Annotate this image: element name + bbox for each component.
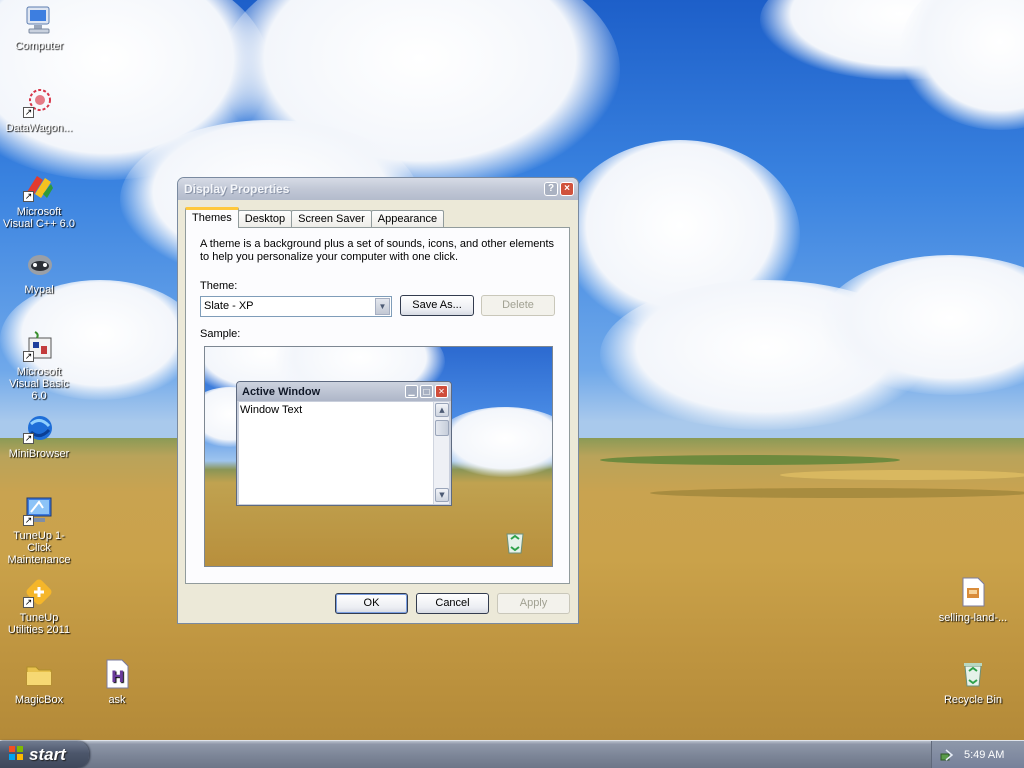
visual-cpp-icon: ↗ xyxy=(23,170,55,202)
desktop-icon-mypal[interactable]: Mypal xyxy=(0,248,78,296)
shortcut-arrow-icon: ↗ xyxy=(23,597,34,608)
display-properties-dialog: Display Properties ? × Themes Desktop Sc… xyxy=(177,177,579,624)
delete-button[interactable]: Delete xyxy=(481,295,555,316)
shortcut-arrow-icon: ↗ xyxy=(23,191,34,202)
preview-window-text: Window Text xyxy=(239,402,434,504)
desktop-icon-label: MagicBox xyxy=(14,694,64,706)
tuneup-maintenance-icon: ↗ xyxy=(23,494,55,526)
preview-titlebar: Active Window ▁ □ ✕ xyxy=(237,382,451,401)
apply-button[interactable]: Apply xyxy=(497,593,570,614)
desktop-icon-label: Recycle Bin xyxy=(943,694,1003,706)
close-icon: ✕ xyxy=(435,385,448,398)
computer-icon xyxy=(23,4,55,36)
desktop-icon-label: DataWagon... xyxy=(5,122,73,134)
help-button[interactable]: ? xyxy=(544,182,558,196)
desktop-icon-minibrowser[interactable]: ↗ MiniBrowser xyxy=(0,412,78,460)
dialog-title: Display Properties xyxy=(184,182,290,196)
desktop-icon-label: Mypal xyxy=(24,284,54,296)
desktop-icon-visual-cpp[interactable]: ↗ Microsoft Visual C++ 6.0 xyxy=(0,170,78,230)
minimize-icon: ▁ xyxy=(405,385,418,398)
desktop-icon-label: Microsoft Visual C++ 6.0 xyxy=(3,206,75,230)
tab-strip: Themes Desktop Screen Saver Appearance xyxy=(185,207,445,228)
save-as-button[interactable]: Save As... xyxy=(400,295,474,316)
desktop-icon-label: Microsoft Visual Basic 6.0 xyxy=(9,366,69,402)
themes-tab-panel: A theme is a background plus a set of so… xyxy=(185,227,570,584)
desktop-icon-recycle-bin[interactable]: Recycle Bin xyxy=(934,658,1012,706)
preview-recycle-bin-icon xyxy=(503,529,527,555)
preview-active-window: Active Window ▁ □ ✕ Window Text ▲ ▼ xyxy=(236,381,452,506)
shortcut-arrow-icon: ↗ xyxy=(23,107,34,118)
scroll-down-icon: ▼ xyxy=(435,488,449,502)
desktop-icon-label: ask xyxy=(108,694,126,706)
theme-select-value: Slate - XP xyxy=(204,300,254,312)
desktop-icon-tuneup-utilities[interactable]: ↗ TuneUp Utilities 2011 xyxy=(0,576,78,636)
dialog-titlebar[interactable]: Display Properties ? × xyxy=(178,178,578,200)
svg-text:H: H xyxy=(111,667,124,686)
maximize-icon: □ xyxy=(420,385,433,398)
desktop-icon-label: TuneUp 1-Click Maintenance xyxy=(7,530,71,566)
desktop-icon-label: TuneUp Utilities 2011 xyxy=(7,612,71,636)
windows-logo-icon xyxy=(8,745,24,764)
desktop-icon-visual-basic[interactable]: ↗ Microsoft Visual Basic 6.0 xyxy=(0,330,78,402)
sample-label: Sample: xyxy=(200,328,241,340)
network-tray-icon[interactable] xyxy=(940,748,954,762)
desktop-icon-label: selling-land-... xyxy=(938,612,1008,624)
tab-screen-saver[interactable]: Screen Saver xyxy=(291,210,372,228)
desktop-icon-label: Computer xyxy=(14,40,64,52)
text-file-icon: H xyxy=(101,658,133,690)
cancel-button[interactable]: Cancel xyxy=(416,593,489,614)
desktop-icon-datawagon[interactable]: ↗ DataWagon... xyxy=(0,86,78,134)
scroll-up-icon: ▲ xyxy=(435,403,449,417)
tab-desktop[interactable]: Desktop xyxy=(237,210,293,228)
tab-appearance[interactable]: Appearance xyxy=(370,210,445,228)
system-tray: 5:49 AM xyxy=(931,741,1024,768)
shortcut-arrow-icon: ↗ xyxy=(23,351,34,362)
taskbar: start 5:49 AM xyxy=(0,740,1024,768)
shortcut-arrow-icon: ↗ xyxy=(23,515,34,526)
minibrowser-icon: ↗ xyxy=(23,412,55,444)
start-label: start xyxy=(29,744,66,764)
scroll-thumb xyxy=(435,420,449,436)
desktop-icon-selling-land[interactable]: selling-land-... xyxy=(934,576,1012,624)
chevron-down-icon[interactable]: ▼ xyxy=(375,298,390,315)
theme-label: Theme: xyxy=(200,280,238,292)
shortcut-arrow-icon: ↗ xyxy=(23,433,34,444)
desktop-icon-computer[interactable]: Computer xyxy=(0,4,78,52)
preview-scrollbar: ▲ ▼ xyxy=(433,402,449,504)
datawagon-icon: ↗ xyxy=(23,86,55,118)
mypal-icon xyxy=(23,248,55,280)
start-button[interactable]: start xyxy=(0,741,89,768)
desktop-icon-label: MiniBrowser xyxy=(8,448,70,460)
visual-basic-icon: ↗ xyxy=(23,330,55,362)
clock[interactable]: 5:49 AM xyxy=(964,749,1004,761)
desktop-icon-tuneup-maintenance[interactable]: ↗ TuneUp 1-Click Maintenance xyxy=(0,494,78,566)
theme-select[interactable]: Slate - XP ▼ xyxy=(200,296,392,317)
tuneup-utilities-icon: ↗ xyxy=(23,576,55,608)
theme-preview: Active Window ▁ □ ✕ Window Text ▲ ▼ xyxy=(204,346,553,567)
tab-themes[interactable]: Themes xyxy=(185,207,239,228)
html-file-icon xyxy=(957,576,989,608)
desktop-icon-ask[interactable]: H ask xyxy=(78,658,156,706)
preview-window-title: Active Window xyxy=(242,385,321,398)
close-button[interactable]: × xyxy=(560,182,574,196)
desktop-icon-magicbox[interactable]: MagicBox xyxy=(0,658,78,706)
folder-icon xyxy=(23,658,55,690)
recycle-bin-icon xyxy=(957,658,989,690)
theme-description: A theme is a background plus a set of so… xyxy=(200,238,555,263)
ok-button[interactable]: OK xyxy=(335,593,408,614)
